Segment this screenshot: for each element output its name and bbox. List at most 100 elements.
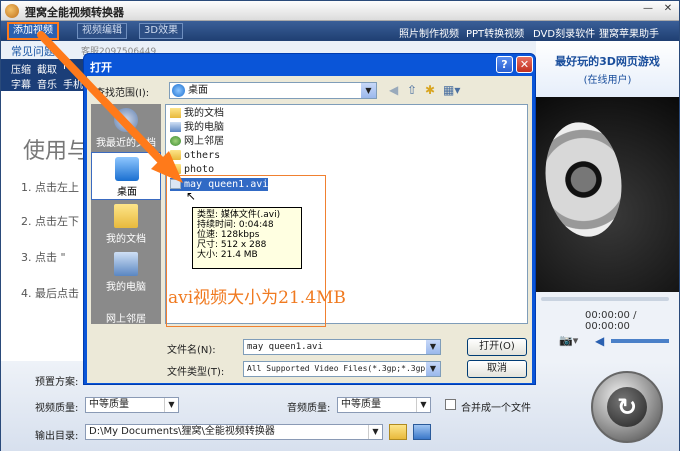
place-desktop-label: 桌面 <box>117 187 137 198</box>
documents-icon <box>170 108 181 118</box>
view-menu-icon[interactable]: ▦▾ <box>443 83 460 97</box>
file-name: 我的文档 <box>184 108 224 119</box>
back-icon[interactable]: ◀ <box>389 83 398 97</box>
toolbar-link-ppt-video[interactable]: PPT转换视频 <box>466 25 524 40</box>
file-name: 我的电脑 <box>184 122 224 133</box>
output-dir-select[interactable]: D:\My Documents\狸窝\全能视频转换器 ▼ <box>85 424 383 440</box>
lookin-select[interactable]: 桌面 ▼ <box>169 82 377 99</box>
list-item[interactable]: 网上邻居 <box>170 135 224 148</box>
tooltip-dimensions: 尺寸: 512 x 288 <box>197 240 267 250</box>
toolbar: 添加视频 视频编辑 3D效果 照片制作视频 PPT转换视频 DVD刻录软件 狸窝… <box>1 21 679 41</box>
video-preview <box>536 97 679 292</box>
filename-input[interactable]: may queen1.avi ▼ <box>243 339 441 355</box>
video-quality-select[interactable]: 中等质量 ▼ <box>85 397 179 413</box>
step-1: 1. 点击左上 <box>21 181 79 194</box>
open-folder-icon[interactable] <box>413 424 431 440</box>
tab-faq[interactable]: 常见问题 <box>11 43 55 59</box>
place-documents[interactable]: 我的文档 <box>91 200 161 248</box>
step-2: 2. 点击左下 <box>21 215 79 228</box>
step-3: 3. 点击 " <box>21 251 66 264</box>
place-network[interactable]: 网上邻居 <box>91 294 161 325</box>
dialog-help-button[interactable]: ? <box>496 56 513 73</box>
file-info-tooltip: 类型: 媒体文件(.avi) 持续时间: 0:04:48 位速: 128kbps… <box>192 207 302 269</box>
audio-quality-value: 中等质量 <box>341 399 381 410</box>
list-item[interactable]: 我的电脑 <box>170 121 224 134</box>
lookin-value: 桌面 <box>188 85 208 96</box>
desktop-icon <box>115 157 139 181</box>
toolbar-link-photo-video[interactable]: 照片制作视频 <box>399 25 459 40</box>
subnav-subtitle[interactable]: 字幕 <box>11 76 31 91</box>
convert-button[interactable]: ↻ <box>591 371 663 443</box>
filetype-select[interactable]: All Supported Video Files(*.3gp;*.3gp ▼ <box>243 361 441 377</box>
subnav-compress[interactable]: 压缩 <box>11 61 31 76</box>
subnav-phone[interactable]: 手机 <box>63 76 83 91</box>
tooltip-bitrate: 位速: 128kbps <box>197 230 260 240</box>
computer-icon <box>114 252 138 276</box>
filename-value: may queen1.avi <box>247 342 323 352</box>
app-logo-icon <box>5 4 19 18</box>
video-quality-value: 中等质量 <box>89 399 129 410</box>
volume-icon[interactable]: ◀ <box>595 334 604 348</box>
folder-icon <box>170 150 181 160</box>
up-folder-icon[interactable]: ⇧ <box>407 83 417 97</box>
subnav-f[interactable]: F <box>63 61 69 72</box>
video-quality-label: 视频质量: <box>35 403 79 414</box>
add-video-button[interactable]: 添加视频 <box>7 22 59 40</box>
file-name: 网上邻居 <box>184 136 224 147</box>
list-item[interactable]: others <box>170 149 220 162</box>
audio-quality-label: 音频质量: <box>287 403 331 414</box>
chevron-down-icon: ▼ <box>164 398 178 412</box>
output-dir-value: D:\My Documents\狸窝\全能视频转换器 <box>89 426 275 437</box>
size-annotation: avi视频大小为21.4MB <box>168 288 346 308</box>
dialog-title: 打开 <box>90 61 112 74</box>
ad-subtitle: (在线用户) <box>583 75 632 86</box>
time-display: 00:00:00 / 00:00:00 <box>585 310 637 332</box>
place-network-label: 网上邻居 <box>106 314 146 325</box>
chevron-down-icon: ▼ <box>426 340 440 354</box>
volume-slider[interactable] <box>611 339 669 343</box>
audio-quality-select[interactable]: 中等质量 ▼ <box>337 397 431 413</box>
chevron-down-icon: ▼ <box>361 83 376 98</box>
output-dir-label: 输出目录: <box>35 431 79 442</box>
tooltip-type: 类型: 媒体文件(.avi) <box>197 210 281 220</box>
minimize-button[interactable]: — <box>641 3 655 14</box>
place-recent-label: 我最近的文档 <box>96 138 156 149</box>
subnav-music[interactable]: 音乐 <box>37 76 57 91</box>
refresh-icon: ↻ <box>616 393 638 421</box>
computer-icon <box>170 122 181 132</box>
dialog-close-button[interactable]: ✕ <box>516 56 533 73</box>
seek-bar[interactable] <box>541 297 669 301</box>
browse-folder-icon[interactable] <box>389 424 407 440</box>
toolbar-link-dvd[interactable]: DVD刻录软件 <box>533 25 595 40</box>
list-item[interactable]: 我的文档 <box>170 107 224 120</box>
chevron-down-icon: ▼ <box>368 425 382 439</box>
file-name: photo <box>184 164 215 175</box>
camera-icon[interactable]: 📷▾ <box>559 334 578 347</box>
file-name: others <box>184 150 221 161</box>
cancel-button[interactable]: 取消 <box>467 360 527 378</box>
new-folder-icon[interactable]: ✱ <box>425 83 435 97</box>
open-button[interactable]: 打开(O) <box>467 338 527 356</box>
subnav-cut[interactable]: 截取 <box>37 61 57 76</box>
folder-icon <box>170 164 181 174</box>
film-reel-icon <box>538 117 629 242</box>
ad-title: 最好玩的3D网页游戏 <box>555 55 660 68</box>
place-computer[interactable]: 我的电脑 <box>91 248 161 296</box>
close-button[interactable]: ✕ <box>661 3 675 14</box>
toolbar-link-apple-helper[interactable]: 狸窝苹果助手 <box>599 25 659 40</box>
desktop-icon <box>172 84 185 97</box>
chevron-down-icon: ▼ <box>426 362 440 376</box>
preset-label: 预置方案: <box>35 377 79 388</box>
merge-label: 合并成一个文件 <box>461 403 531 414</box>
video-edit-button[interactable]: 视频编辑 <box>77 23 127 39</box>
ad-banner[interactable]: 最好玩的3D网页游戏 (在线用户) <box>536 41 679 97</box>
merge-checkbox[interactable] <box>445 399 456 410</box>
tooltip-duration: 持续时间: 0:04:48 <box>197 220 274 230</box>
open-file-dialog: 打开 ? ✕ 查找范围(I): 桌面 ▼ ◀ ⇧ ✱ ▦▾ 我最近的文档 桌面 <box>83 53 536 385</box>
network-icon <box>170 136 181 146</box>
places-bar: 我最近的文档 桌面 我的文档 我的电脑 网上邻居 <box>91 104 161 325</box>
place-desktop[interactable]: 桌面 <box>91 152 161 200</box>
place-recent[interactable]: 我最近的文档 <box>91 104 161 152</box>
app-window: 狸窝全能视频转换器 — ✕ 添加视频 视频编辑 3D效果 照片制作视频 PPT转… <box>0 0 680 451</box>
effect-3d-button[interactable]: 3D效果 <box>139 23 184 39</box>
